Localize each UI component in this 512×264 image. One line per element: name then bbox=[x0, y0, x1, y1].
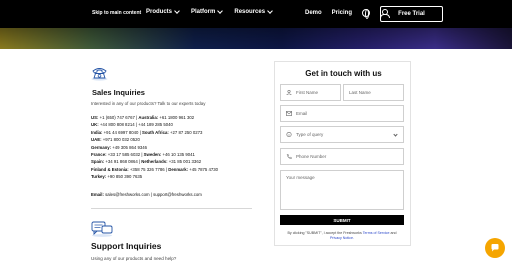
phone-line: UK: +44 800 808 8214 | +44 189 285 5040 bbox=[91, 122, 173, 128]
form-title: Get in touch with us bbox=[305, 69, 382, 78]
phone-line: UAE: +971 800 032 0520 bbox=[91, 137, 140, 143]
chevron-down-icon bbox=[174, 8, 180, 14]
sales-intro-text: Interested in any of our products? Talk … bbox=[91, 101, 206, 106]
chevron-down-icon bbox=[267, 8, 273, 14]
consent-text: By clicking "SUBMIT", I accept the Fresh… bbox=[280, 231, 404, 241]
phone-line: Finland & Estonia: +358 75 326 7786 | De… bbox=[91, 166, 219, 172]
phone-placeholder: Phone Number bbox=[296, 154, 327, 159]
sales-email-line: Email: sales@freshworks.com | support@fr… bbox=[91, 192, 202, 197]
nav-products-label: Products bbox=[146, 9, 173, 15]
sales-phone-list: US: +1 (650) 747 6767 | Australia: +61 1… bbox=[91, 114, 218, 181]
section-divider bbox=[91, 208, 252, 209]
sales-inquiries-heading: Sales Inquiries bbox=[92, 88, 145, 97]
support-intro-text: Using any of our products and need help? bbox=[91, 256, 177, 261]
phone-line: Germany: +49 305 864 9346 bbox=[91, 144, 148, 150]
phone-line: France: +33 17 585 6032 | Sweden: +46 10… bbox=[91, 152, 195, 158]
message-placeholder: Your message bbox=[286, 175, 315, 180]
chevron-down-icon bbox=[217, 8, 224, 14]
top-navigation: Skip to main content Products Platform R… bbox=[0, 0, 512, 28]
nav-resources-label: Resources bbox=[234, 9, 266, 15]
main-menu: Products Platform Resources bbox=[146, 8, 273, 15]
email-field[interactable]: Email bbox=[280, 105, 404, 122]
phone-line: Spain: +34 91 868 0864 | Netherlands: +3… bbox=[91, 159, 202, 165]
last-name-field[interactable]: Last Name bbox=[343, 84, 404, 101]
nav-products[interactable]: Products bbox=[146, 8, 180, 15]
hero-gradient-band bbox=[0, 28, 512, 49]
consent-prefix: By clicking "SUBMIT", I accept the Fresh… bbox=[287, 231, 362, 235]
phone-line: US: +1 (650) 747 6767 | Australia: +61 1… bbox=[91, 115, 195, 120]
consent-and: and bbox=[390, 231, 397, 235]
phone-icon bbox=[91, 68, 108, 81]
free-trial-button[interactable]: Free Trial bbox=[380, 6, 443, 22]
envelope-icon bbox=[286, 111, 292, 116]
nav-platform-label: Platform bbox=[191, 9, 216, 15]
email-placeholder: Email bbox=[296, 111, 308, 116]
privacy-link[interactable]: Privacy Notice. bbox=[330, 236, 354, 240]
terms-link[interactable]: Terms of Service bbox=[363, 231, 390, 235]
phone-line: Turkey: +90 850 390 7635 bbox=[91, 174, 143, 180]
support-inquiries-heading: Support Inquiries bbox=[91, 241, 162, 251]
phone-handset-icon bbox=[286, 154, 292, 159]
skip-to-content-link[interactable]: Skip to main content bbox=[92, 10, 141, 16]
chat-widget-button[interactable] bbox=[485, 238, 505, 258]
demo-link[interactable]: Demo bbox=[305, 10, 322, 16]
utility-menu: Demo Pricing bbox=[305, 9, 391, 19]
submit-button[interactable]: SUBMIT bbox=[280, 215, 404, 225]
pricing-link[interactable]: Pricing bbox=[332, 10, 352, 16]
last-name-placeholder: Last Name bbox=[349, 90, 371, 95]
chat-icon bbox=[491, 244, 499, 252]
person-icon bbox=[286, 90, 292, 95]
email-label: Email: bbox=[91, 192, 104, 197]
phone-field[interactable]: Phone Number bbox=[280, 148, 404, 165]
phone-line: India: +91 44 6997 8040 | South Africa: … bbox=[91, 129, 203, 135]
chat-bubbles-icon bbox=[91, 221, 113, 237]
info-icon bbox=[286, 132, 292, 137]
contact-form: Get in touch with us First Name Last Nam… bbox=[274, 61, 411, 246]
chevron-down-icon bbox=[393, 132, 398, 137]
nav-resources[interactable]: Resources bbox=[234, 8, 273, 15]
first-name-placeholder: First Name bbox=[296, 90, 319, 95]
message-textarea[interactable]: Your message bbox=[280, 170, 404, 210]
nav-platform[interactable]: Platform bbox=[191, 8, 224, 15]
query-type-placeholder: Type of query bbox=[296, 132, 324, 137]
first-name-field[interactable]: First Name bbox=[280, 84, 341, 101]
email-links[interactable]: sales@freshworks.com | support@freshwork… bbox=[105, 192, 202, 197]
query-type-select[interactable]: Type of query bbox=[280, 126, 404, 143]
globe-icon[interactable] bbox=[362, 9, 371, 19]
